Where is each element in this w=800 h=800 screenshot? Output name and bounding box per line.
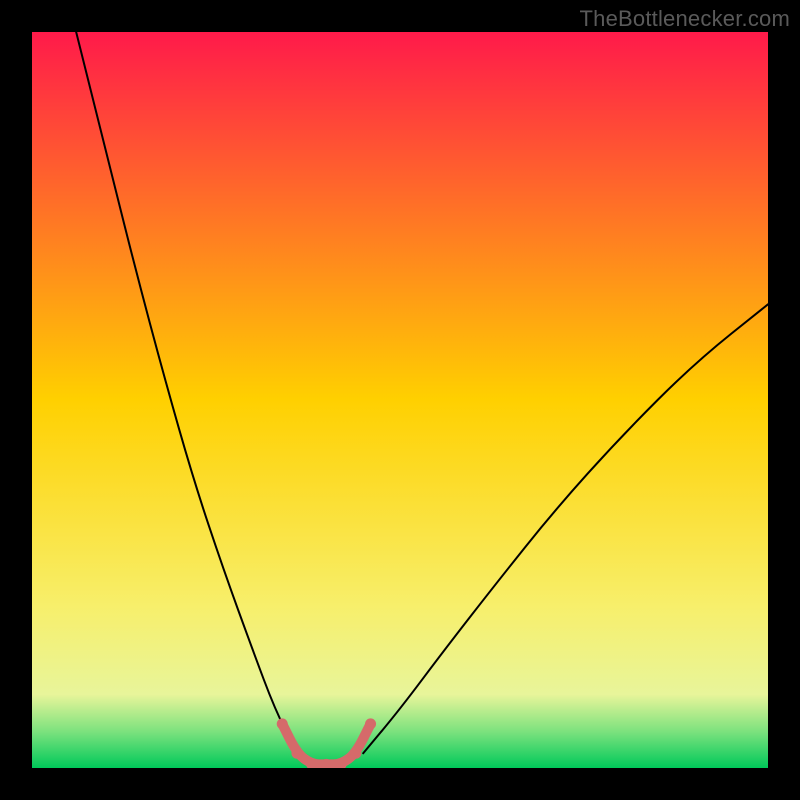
chart-frame bbox=[32, 32, 768, 768]
watermark-text: TheBottlenecker.com bbox=[580, 6, 790, 32]
bottleneck-chart bbox=[32, 32, 768, 768]
